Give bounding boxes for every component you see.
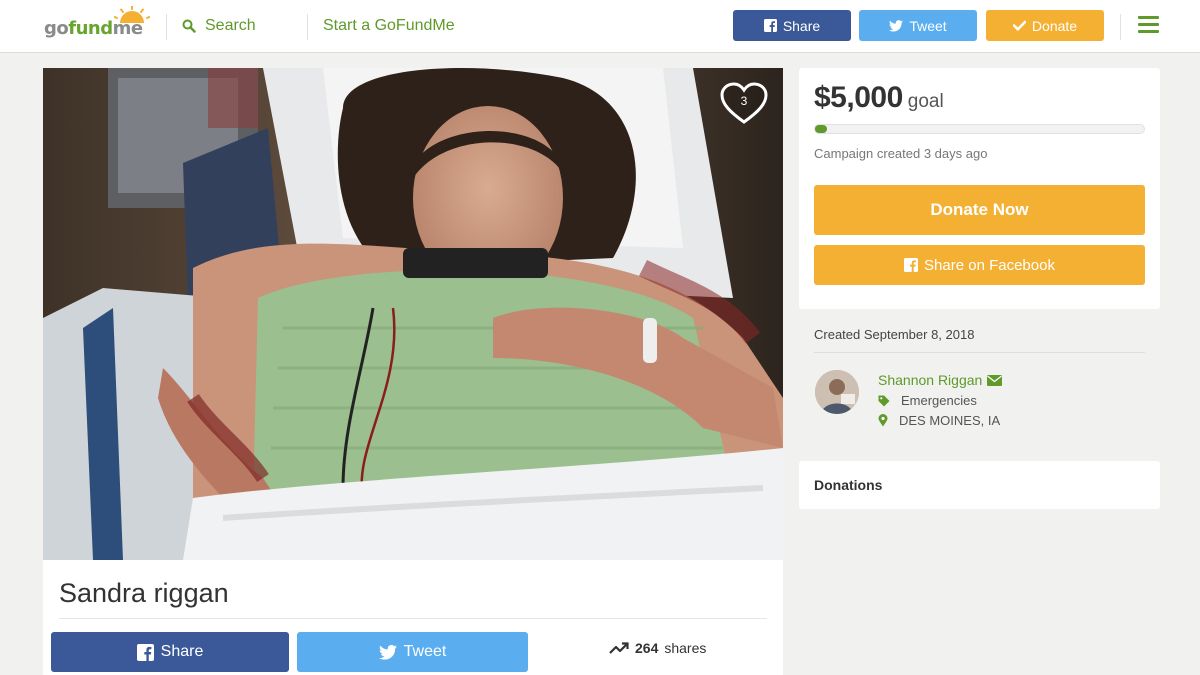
campaign-title: Sandra riggan [59, 578, 229, 608]
organizer-divider [814, 352, 1145, 353]
goal-amount: $5,000 [814, 81, 903, 114]
facebook-icon [763, 19, 777, 32]
organizer-name-link[interactable]: Shannon Riggan [878, 372, 1003, 388]
favorite-button[interactable]: 3 [720, 82, 768, 126]
trending-icon [609, 642, 629, 654]
donations-title: Donations [814, 477, 883, 493]
share-on-facebook-button[interactable]: Share on Facebook [814, 245, 1145, 285]
header-share-label: Share [782, 17, 821, 34]
campaign-photo-illustration [43, 68, 783, 560]
category-row: Emergencies [878, 393, 977, 408]
header-donate-label: Donate [1031, 17, 1078, 34]
goal-word: goal [907, 91, 944, 112]
envelope-icon [987, 374, 1003, 386]
search-label: Search [205, 17, 256, 34]
share-count: 264 shares [609, 640, 706, 656]
header-donate-button[interactable]: Donate [986, 10, 1104, 41]
logo-fund: fund [68, 18, 113, 39]
organizer-avatar[interactable] [815, 370, 859, 414]
campaign-card: Sandra riggan Share Tweet 264 shares [43, 560, 783, 675]
twitter-icon [889, 19, 904, 32]
logo-wordmark: gofundme [44, 18, 143, 39]
favorite-count: 3 [740, 94, 748, 108]
gofundme-logo[interactable]: gofundme [44, 6, 152, 42]
header-divider [1120, 14, 1121, 40]
top-navigation: gofundme Search Start a GoFundMe Share T… [0, 0, 1200, 53]
donations-card: Donations [799, 461, 1160, 509]
menu-icon[interactable] [1138, 16, 1159, 37]
tweet-button[interactable]: Tweet [297, 632, 528, 672]
progress-fill [815, 125, 827, 133]
location-row: DES MOINES, IA [878, 413, 1000, 428]
header-divider [166, 14, 167, 40]
twitter-icon [378, 644, 397, 660]
facebook-icon [904, 258, 919, 272]
header-divider [307, 14, 308, 40]
logo-me: me [112, 18, 143, 39]
logo-go: go [44, 18, 69, 39]
header-tweet-label: Tweet [909, 17, 947, 34]
header-tweet-button[interactable]: Tweet [859, 10, 977, 41]
facebook-share-button[interactable]: Share [51, 632, 289, 672]
goal-card: $5,000 goal Campaign created 3 days ago … [799, 68, 1160, 309]
organizer-name: Shannon Riggan [878, 372, 983, 388]
goal-line: $5,000 goal [814, 81, 944, 115]
campaign-created-ago: Campaign created 3 days ago [814, 146, 988, 161]
category-link[interactable]: Emergencies [901, 393, 977, 408]
facebook-share-label: Share [160, 643, 204, 660]
share-on-facebook-label: Share on Facebook [924, 256, 1055, 274]
facebook-icon [136, 643, 154, 661]
search-button[interactable]: Search [182, 16, 256, 36]
start-gofundme-link[interactable]: Start a GoFundMe [323, 17, 455, 35]
tweet-label: Tweet [403, 643, 447, 660]
donate-now-button[interactable]: Donate Now [814, 185, 1145, 235]
share-count-number: 264 [635, 640, 659, 656]
title-divider [59, 618, 767, 619]
campaign-photo: 3 [43, 68, 783, 560]
map-pin-icon [878, 414, 888, 427]
share-count-label: shares [664, 640, 707, 656]
tag-icon [878, 395, 890, 406]
search-icon [182, 19, 196, 33]
location-text: DES MOINES, IA [899, 413, 1001, 428]
progress-bar [814, 124, 1145, 134]
avatar-image [815, 370, 859, 414]
check-icon [1012, 20, 1026, 31]
created-date: Created September 8, 2018 [814, 327, 975, 342]
header-share-button[interactable]: Share [733, 10, 851, 41]
